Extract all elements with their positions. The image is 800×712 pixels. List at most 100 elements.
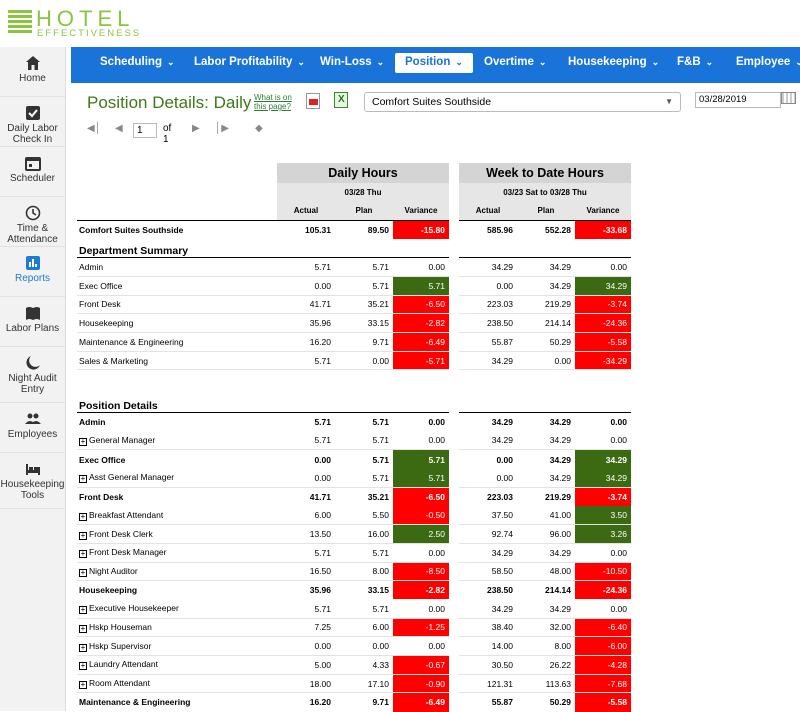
sidebar-item-employees[interactable]: Employees bbox=[0, 403, 65, 453]
daily-variance-cell: -6.49 bbox=[393, 332, 449, 352]
page-number-input[interactable]: 1 bbox=[133, 123, 157, 138]
sidebar-item-reports[interactable]: Reports bbox=[0, 247, 65, 297]
excel-export-icon[interactable] bbox=[334, 92, 348, 108]
sidebar: Home Daily Labor Check In Scheduler Time… bbox=[0, 47, 66, 711]
row-label: + Breakfast Attendant bbox=[77, 506, 277, 526]
col-plan-header: Plan bbox=[335, 201, 393, 221]
position-row[interactable]: + Asst General Manager 0.00 5.71 5.71 0.00 34.… bbox=[77, 468, 631, 488]
row-label-text: General Manager bbox=[89, 434, 156, 445]
pdf-export-icon[interactable] bbox=[306, 93, 320, 109]
wtd-actual-cell: 238.50 bbox=[459, 313, 517, 333]
help-link[interactable]: What is on this page? bbox=[254, 93, 298, 111]
nav-label: Win-Loss bbox=[320, 56, 372, 68]
book-icon bbox=[25, 307, 40, 320]
column-gap bbox=[449, 468, 459, 488]
sidebar-item-housekeeping-tools[interactable]: Housekeeping Tools bbox=[0, 453, 65, 509]
position-row[interactable]: + General Manager 5.71 5.71 0.00 34.29 34.29 0.… bbox=[77, 431, 631, 451]
sidebar-item-night-audit-entry[interactable]: Night Audit Entry bbox=[0, 347, 65, 403]
nav-labor-profitability[interactable]: Labor Profitability ⌄ bbox=[194, 47, 305, 83]
sidebar-item-daily-labor-check-in[interactable]: Daily Labor Check In bbox=[0, 97, 65, 147]
position-row[interactable]: + Front Desk Clerk 13.50 16.00 2.50 92.74 96.0… bbox=[77, 524, 631, 544]
sidebar-item-scheduler[interactable]: Scheduler bbox=[0, 147, 65, 197]
report-table: Daily Hours Week to Date Hours 03/28 Thu… bbox=[77, 163, 631, 712]
column-gap bbox=[449, 655, 459, 675]
sidebar-item-label: Employees bbox=[7, 429, 58, 440]
col-actual-header: Actual bbox=[459, 201, 517, 221]
sidebar-item-labor-plans[interactable]: Labor Plans bbox=[0, 297, 65, 347]
position-row[interactable]: + Executive Housekeeper 5.71 5.71 0.00 34.29 3… bbox=[77, 599, 631, 619]
chevron-down-icon: ⌄ bbox=[297, 57, 305, 67]
position-row[interactable]: + Breakfast Attendant 6.00 5.50 -0.50 37.50 41… bbox=[77, 506, 631, 526]
checkbox-icon bbox=[25, 106, 40, 120]
daily-variance-cell: -8.50 bbox=[393, 562, 449, 582]
sidebar-item-time-attendance[interactable]: Time & Attendance bbox=[0, 197, 65, 247]
dept-summary-row: Maintenance & Engineering 16.20 9.71 -6.49 5… bbox=[77, 332, 631, 352]
daily-variance-cell: -0.50 bbox=[393, 506, 449, 526]
wtd-actual-cell: 38.40 bbox=[459, 618, 517, 638]
expand-icon[interactable]: + bbox=[79, 550, 87, 559]
total-row: Comfort Suites Southside 105.31 89.50 -15.8… bbox=[77, 219, 631, 240]
nav-win-loss[interactable]: Win-Loss ⌄ bbox=[320, 47, 384, 83]
expand-icon[interactable]: + bbox=[79, 681, 87, 690]
previous-page-icon[interactable]: ◀ bbox=[115, 123, 123, 134]
property-select[interactable]: Comfort Suites Southside ▼ bbox=[364, 92, 681, 112]
expand-icon[interactable]: + bbox=[79, 606, 87, 615]
row-label: Comfort Suites Southside bbox=[77, 219, 277, 240]
daily-plan-cell: 33.15 bbox=[335, 580, 393, 600]
daily-plan-cell: 0.00 bbox=[335, 636, 393, 656]
expand-icon[interactable]: + bbox=[79, 531, 87, 540]
daily-plan-cell: 17.10 bbox=[335, 674, 393, 694]
expand-icon[interactable]: + bbox=[79, 643, 87, 652]
expand-icon[interactable]: + bbox=[79, 568, 87, 577]
nav-housekeeping[interactable]: Housekeeping ⌄ bbox=[568, 47, 659, 83]
daily-actual-cell: 35.96 bbox=[277, 580, 335, 600]
col-plan-header: Plan bbox=[517, 201, 575, 221]
position-row[interactable]: + Laundry Attendant 5.00 4.33 -0.67 30.50 26.2… bbox=[77, 655, 631, 675]
last-page-icon[interactable]: │▶ bbox=[215, 123, 229, 134]
wtd-plan-cell: 34.29 bbox=[517, 276, 575, 296]
position-row[interactable]: + Hskp Houseman 7.25 6.00 -1.25 38.40 32.00 -6.… bbox=[77, 618, 631, 638]
wtd-variance-cell: -34.29 bbox=[575, 351, 631, 371]
expand-icon[interactable]: + bbox=[79, 475, 87, 484]
expand-icon[interactable]: + bbox=[79, 437, 87, 446]
column-gap bbox=[449, 487, 459, 506]
wtd-plan-cell: 8.00 bbox=[517, 636, 575, 656]
calendar-picker-icon[interactable] bbox=[781, 92, 796, 104]
nav-position[interactable]: Position ⌄ bbox=[395, 53, 473, 73]
daily-actual-cell: 35.96 bbox=[277, 313, 335, 333]
row-label: + Asst General Manager bbox=[77, 468, 277, 488]
daily-variance-cell: 5.71 bbox=[393, 468, 449, 488]
wtd-variance-cell: 34.29 bbox=[575, 449, 631, 469]
nav-scheduling[interactable]: Scheduling ⌄ bbox=[100, 47, 175, 83]
daily-variance-cell: -0.67 bbox=[393, 655, 449, 675]
wtd-variance-cell: 0.00 bbox=[575, 431, 631, 451]
expand-icon[interactable]: + bbox=[79, 624, 87, 633]
hotel-effectiveness-logo[interactable]: HOTEL EFFECTIVENESS bbox=[8, 6, 139, 39]
row-label-text: Laundry Attendant bbox=[89, 659, 159, 670]
dept-summary-row: Front Desk 41.71 35.21 -6.50 223.03 219.29 -3.… bbox=[77, 295, 631, 315]
expand-icon[interactable]: + bbox=[79, 512, 87, 521]
nav-fb[interactable]: F&B ⌄ bbox=[677, 47, 713, 83]
position-row[interactable]: + Night Auditor 16.50 8.00 -8.50 58.50 48.00 -1… bbox=[77, 562, 631, 582]
nav-employee[interactable]: Employee ⌄ bbox=[736, 47, 800, 83]
row-label-text: Maintenance & Engineering bbox=[79, 336, 184, 347]
first-page-icon[interactable]: ◀│ bbox=[87, 123, 101, 134]
chevron-down-icon: ⌄ bbox=[705, 57, 714, 67]
chevron-down-icon: ⌄ bbox=[166, 57, 175, 67]
date-input[interactable]: 03/28/2019 bbox=[695, 92, 781, 108]
refresh-icon[interactable]: ◆ bbox=[255, 123, 263, 134]
expand-icon[interactable]: + bbox=[79, 662, 87, 671]
sidebar-item-home[interactable]: Home bbox=[0, 47, 65, 97]
column-gap bbox=[449, 220, 459, 240]
position-row[interactable]: + Hskp Supervisor 0.00 0.00 0.00 14.00 8.00 -6.… bbox=[77, 636, 631, 656]
row-label: Housekeeping bbox=[77, 580, 277, 600]
position-row[interactable]: + Front Desk Manager 5.71 5.71 0.00 34.29 34.2… bbox=[77, 543, 631, 563]
daily-plan-cell: 5.71 bbox=[335, 431, 393, 451]
daily-actual-cell: 0.00 bbox=[277, 468, 335, 488]
position-row[interactable]: + Room Attendant 18.00 17.10 -0.90 121.31 113.… bbox=[77, 674, 631, 694]
daily-plan-cell: 33.15 bbox=[335, 313, 393, 333]
nav-overtime[interactable]: Overtime ⌄ bbox=[484, 47, 546, 83]
column-gap bbox=[449, 524, 459, 544]
next-page-icon[interactable]: ▶ bbox=[192, 123, 200, 134]
wtd-variance-cell: -5.58 bbox=[575, 332, 631, 352]
